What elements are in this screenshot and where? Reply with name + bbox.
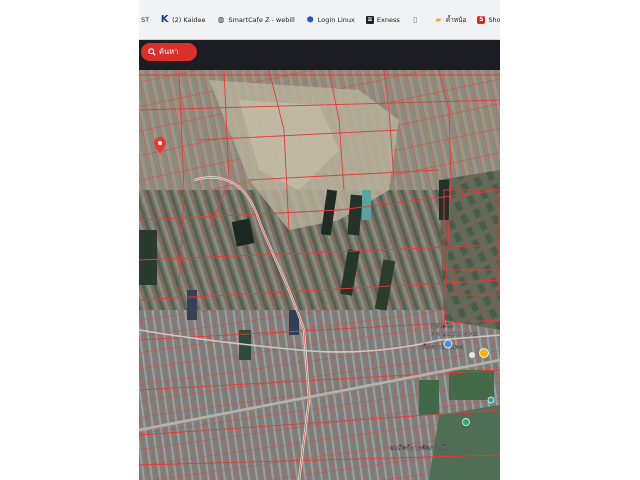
document-icon: ▯ [413, 14, 418, 24]
poi-pin-teal[interactable] [487, 396, 495, 404]
bookmark-smartcafe[interactable]: ◍ SmartCafe Z - webill [216, 15, 294, 24]
bookmark-label: Exness [376, 15, 400, 24]
kaidee-k-icon: K [160, 13, 169, 25]
bookmark-shopee[interactable]: S Shopee เคาน์เตอร์ [477, 15, 500, 25]
exness-icon: ≡ [365, 15, 374, 24]
folder-icon: ▰ [435, 14, 442, 24]
globe-icon: ◍ [217, 14, 225, 24]
poi-label-1-line1: ธอวะโด [431, 322, 454, 330]
poi-label-1-line2: FM 99.50 MHz [431, 330, 478, 338]
poi-pin-blue[interactable] [443, 339, 453, 349]
water-field [187, 290, 197, 320]
bookmark-label: SmartCafe Z - webill [228, 15, 295, 24]
poi-pin-white[interactable] [469, 352, 475, 358]
dark-field [139, 230, 157, 285]
bookmark-label: Login Linux [317, 15, 355, 24]
search-button-label: ค้นหา [159, 47, 179, 56]
bookmark-exness[interactable]: ≡ Exness [365, 15, 400, 24]
poi-pin-icon [462, 418, 470, 426]
bookmark-label: ค้ำหน้อ [445, 15, 467, 24]
poi-pin-icon [487, 396, 495, 404]
map-toolbar: ค้นหา [139, 40, 500, 70]
search-icon [148, 48, 156, 56]
bookmark-folder[interactable]: ▰ ค้ำหน้อ [434, 14, 467, 25]
map-pin-dot [158, 141, 162, 145]
poi-pin-icon [443, 339, 453, 349]
poi-label-3[interactable]: ผลลัพธ์การพัฒนาเล็ก [390, 443, 450, 452]
water-pond [362, 190, 371, 220]
bookmarks-bar: ST K (2) Kaidee ◍ SmartCafe Z - webill ⬢… [139, 0, 500, 40]
shopee-icon: S [477, 15, 486, 24]
bookmark-label: Shopee เคาน์เตอร์ [488, 15, 500, 24]
poi-pin-icon [469, 352, 475, 358]
bookmark-document[interactable]: ▯ [411, 15, 423, 24]
bookmark-label: (2) Kaidee [172, 15, 206, 24]
shopping-icon [479, 348, 489, 358]
poi-pin-yellow[interactable] [479, 348, 489, 358]
bookmark-label: ST [141, 15, 150, 24]
bookmark-login-linux[interactable]: ⬢ Login Linux [306, 15, 355, 24]
bookmark-kaidee[interactable]: K (2) Kaidee [160, 13, 206, 25]
poi-pin-green[interactable] [462, 418, 470, 426]
satellite-map[interactable]: ธอวะโด FM 99.50 MHz ห้องการค้าเทศ ผลลัพธ… [139, 70, 500, 480]
green-field [419, 380, 439, 415]
green-field [449, 370, 494, 400]
monitor-screen: ST K (2) Kaidee ◍ SmartCafe Z - webill ⬢… [139, 0, 500, 480]
lock-icon: ⬢ [306, 14, 314, 24]
bookmark-st[interactable]: ST [141, 16, 149, 24]
green-area-southeast [429, 405, 500, 480]
search-button[interactable]: ค้นหา [141, 43, 197, 61]
poi-label-2[interactable]: ห้องการค้าเทศ [422, 343, 464, 351]
